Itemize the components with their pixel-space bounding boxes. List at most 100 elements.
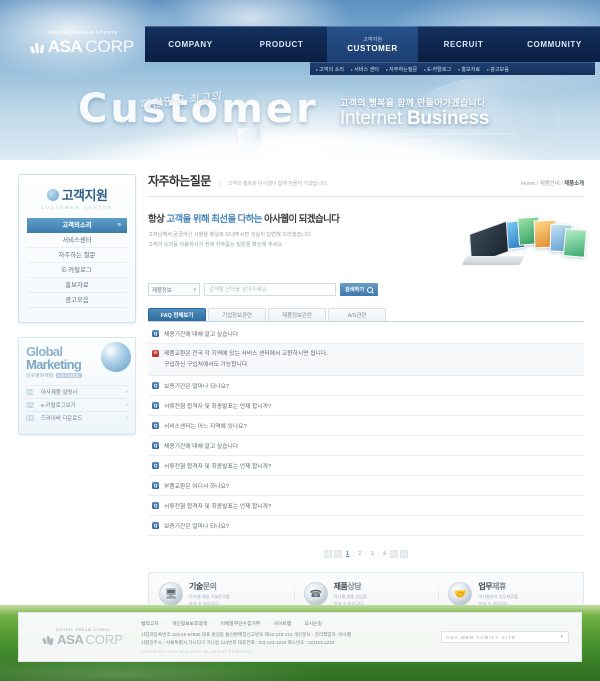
faq-question-row[interactable]: Q 서류전형 합격자 및 최종발표는 언제 합니까?	[148, 456, 584, 477]
family-site-label: ASA WEB FAMILY SITE	[446, 634, 517, 640]
pagination-next-button[interactable]	[389, 550, 398, 559]
footer-link-directions[interactable]: 오시는길	[304, 620, 322, 627]
support-icon	[46, 188, 59, 201]
gm-number: 02	[26, 400, 34, 410]
faq-question-text: 서류전형 합격자 및 최종발표는 언제 합니까?	[164, 464, 272, 471]
faq-question-row[interactable]: Q 부품교환은 어디서 하나요?	[148, 476, 584, 497]
footer-link-legal[interactable]: 법적고지	[141, 620, 159, 627]
service-title: 업무제휴	[478, 582, 506, 592]
faq-answer-text: 제품교환은 전국 각 지역에 있는 서비스 센터에서 교환하시면 됩니다. 구입…	[164, 349, 328, 370]
chevron-down-icon: ▾	[193, 286, 196, 293]
tab-as[interactable]: A/S관련	[328, 308, 386, 321]
submenu-item-service-center[interactable]: 서비스 센터	[351, 66, 379, 73]
sidebar-item-ads[interactable]: 광고모음	[27, 293, 127, 308]
banner-en-light: Internet	[340, 108, 408, 129]
tab-product-info[interactable]: 제품정보관련	[268, 308, 326, 321]
pagination-prev-button[interactable]	[334, 550, 343, 559]
footer-link-divider: |	[297, 620, 299, 626]
gm-label: e-카탈로그보기	[41, 403, 76, 410]
footer-company-info: 사업자등록번호:123-45-67890 대표:홍길동 통신판매업신고번호:제1…	[141, 631, 441, 648]
faq-question-row[interactable]: Q 보증기간은 얼마나 되나요?	[148, 376, 584, 397]
service-title-bold: 제품	[333, 582, 348, 592]
site-logo[interactable]: DIGITAL DREAM UTOPIA ASA CORP	[28, 30, 138, 57]
sky-header-background: DIGITAL DREAM UTOPIA ASA CORP Customer 대…	[0, 0, 600, 160]
nav-label: COMPANY	[168, 39, 213, 49]
breadcrumb-level1[interactable]: 제품안내	[540, 181, 560, 187]
faq-question-text: 서비스센터는 어느 지역에 있나요?	[164, 424, 247, 431]
search-category-select[interactable]: 제품정보 ▾	[148, 283, 200, 296]
submenu-item-ecatalog[interactable]: E-카탈로그	[424, 66, 451, 73]
pagination-page-3[interactable]: 3	[369, 551, 376, 557]
pagination-page-4[interactable]: 4	[381, 551, 388, 557]
faq-list: Q 채용기간에 대해 알고 싶습니다 A 제품교환은 전국 각 지역에 있는 서…	[148, 324, 584, 537]
logo-name-suffix: CORP	[85, 37, 135, 56]
sidebar-item-faq[interactable]: 자주하는 질문	[27, 248, 127, 263]
search-button[interactable]: 검색하기	[340, 283, 379, 296]
intro-head-a: 항상	[148, 213, 167, 224]
service-desc-line-1: 아사웹 제품 기술문의를	[189, 594, 230, 600]
pagination-page-1[interactable]: 1	[344, 551, 351, 557]
footer-link-sitemap[interactable]: 사이트맵	[273, 620, 291, 627]
footer-link-privacy[interactable]: 개인정보보호정책	[172, 620, 207, 627]
service-title-bold: 업무	[478, 582, 493, 592]
search-button-label: 검색하기	[345, 287, 365, 293]
faq-question-row[interactable]: Q 서비스센터는 어느 지역에 있나요?	[148, 416, 584, 437]
pagination-page-2[interactable]: 2	[356, 551, 363, 557]
pagination-last-button[interactable]	[399, 550, 408, 559]
sidebar-item-voice[interactable]: 고객의소리	[27, 218, 127, 233]
content-header: 자주하는질문 고객의 행복을 아사웹이 함께 만들어 가겠습니다. Home /…	[148, 172, 584, 197]
handshake-icon: 🤝	[448, 582, 473, 607]
pagination-separator: |	[377, 551, 379, 558]
sidebar-item-pr[interactable]: 홍보자료	[27, 278, 127, 293]
tab-faq-all[interactable]: FAQ 전체보기	[148, 308, 206, 321]
sidebar-item-service-center[interactable]: 서비스센터	[27, 233, 127, 248]
service-box-product-consult[interactable]: ☎ 제품상담 아사웹 제품 상담을 하실 수 있습니다.	[293, 581, 439, 608]
faq-answer-line-2: 구입하신 구입처에서도 가능합니다.	[164, 361, 249, 368]
footer-center: 법적고지 | 개인정보보호정책 | 이메일무단수집거부 | 사이트맵 | 오시는…	[135, 620, 441, 655]
nav-item-product[interactable]: PRODUCT	[236, 26, 327, 62]
nav-label: RECRUIT	[443, 39, 484, 49]
monitor-icon: 🖥	[159, 582, 183, 607]
leaf-icon	[42, 634, 54, 645]
submenu-item-voice[interactable]: 고객의 소리	[316, 66, 344, 73]
submenu-item-pr[interactable]: 홍보자료	[458, 66, 480, 73]
faq-answer-line-1: 제품교환은 전국 각 지역에 있는 서비스 센터에서 교환하시면 됩니다.	[164, 351, 328, 357]
tab-company-info[interactable]: 기업정보관련	[208, 308, 266, 321]
footer-link-email-reject[interactable]: 이메일무단수집거부	[220, 620, 260, 627]
footer: DIGITAL DREAM UTOPIA ASA CORP 법적고지 | 개인정…	[18, 612, 582, 662]
leaf-icon	[29, 41, 45, 54]
footer-links: 법적고지 | 개인정보보호정책 | 이메일무단수집거부 | 사이트맵 | 오시는…	[141, 620, 441, 627]
breadcrumb-home[interactable]: Home	[521, 181, 535, 187]
gm-item-ecatalog[interactable]: 02 e-카탈로그보기 »	[26, 398, 128, 411]
sub-navigation: 고객의 소리 서비스 센터 자주하는질문 E-카탈로그 홍보자료 광고모음	[310, 62, 595, 75]
sidebar-item-ecatalog[interactable]: E-카탈로그	[27, 263, 127, 278]
banner-english-headline: Internet Business	[340, 108, 489, 130]
global-marketing-banner[interactable]: Global Marketing 글로벌마케팅 ASAWEB 01 아사제품 설명…	[18, 337, 136, 436]
nav-item-recruit[interactable]: RECRUIT	[418, 26, 509, 62]
service-box-tech-inquiry[interactable]: 🖥 기술문의 아사웹 제품 기술문의를 하실 수 있습니다.	[149, 581, 294, 608]
nav-item-community[interactable]: COMMUNITY	[509, 26, 600, 62]
nav-item-company[interactable]: COMPANY	[145, 26, 236, 62]
footer-link-divider: |	[266, 620, 268, 626]
submenu-item-faq[interactable]: 자주하는질문	[386, 66, 417, 73]
service-box-partnership[interactable]: 🤝 업무제휴 아사웹과의 업무제휴를 하실 수 있습니다.	[438, 581, 583, 608]
faq-question-row[interactable]: Q 채용기간에 대해 알고 싶습니다	[148, 436, 584, 457]
gm-badge: ASAWEB	[55, 373, 82, 379]
faq-question-row[interactable]: Q 서류전형 합격자 및 최종발표는 언제 합니까?	[148, 396, 584, 417]
grass-footer-background: DIGITAL DREAM UTOPIA ASA CORP 법적고지 | 개인정…	[0, 605, 600, 681]
faq-question-text: 부품교환은 어디서 하나요?	[164, 484, 230, 491]
sidebar-menu-panel: 고객지원 CUSTOMER CENTER 고객의소리 서비스센터 자주하는 질문…	[18, 174, 136, 323]
faq-question-row[interactable]: Q 보증기간은 얼마나 되나요?	[148, 516, 584, 537]
sidebar-title-row: 고객지원	[27, 185, 127, 204]
faq-question-row[interactable]: Q 채용기간에 대해 알고 싶습니다	[148, 324, 584, 344]
sidebar-subtitle: CUSTOMER CENTER	[40, 205, 114, 210]
footer-logo[interactable]: DIGITAL DREAM UTOPIA ASA CORP	[31, 628, 135, 647]
pagination-first-button[interactable]	[324, 550, 333, 559]
faq-question-row[interactable]: Q 서류전형 합격자 및 최종발표는 언제 합니까?	[148, 496, 584, 517]
search-input[interactable]: 검색할 단어를 넣어주세요	[204, 283, 336, 296]
family-site-select[interactable]: ASA WEB FAMILY SITE ▾	[441, 631, 569, 643]
gm-item-driver[interactable]: 03 드라이버 다운로드 »	[26, 411, 128, 424]
nav-item-customer[interactable]: 고객지원 CUSTOMER	[327, 26, 418, 62]
gm-item-manual[interactable]: 01 아사제품 설명서 »	[26, 385, 128, 398]
submenu-item-ads[interactable]: 광고모음	[487, 66, 509, 73]
